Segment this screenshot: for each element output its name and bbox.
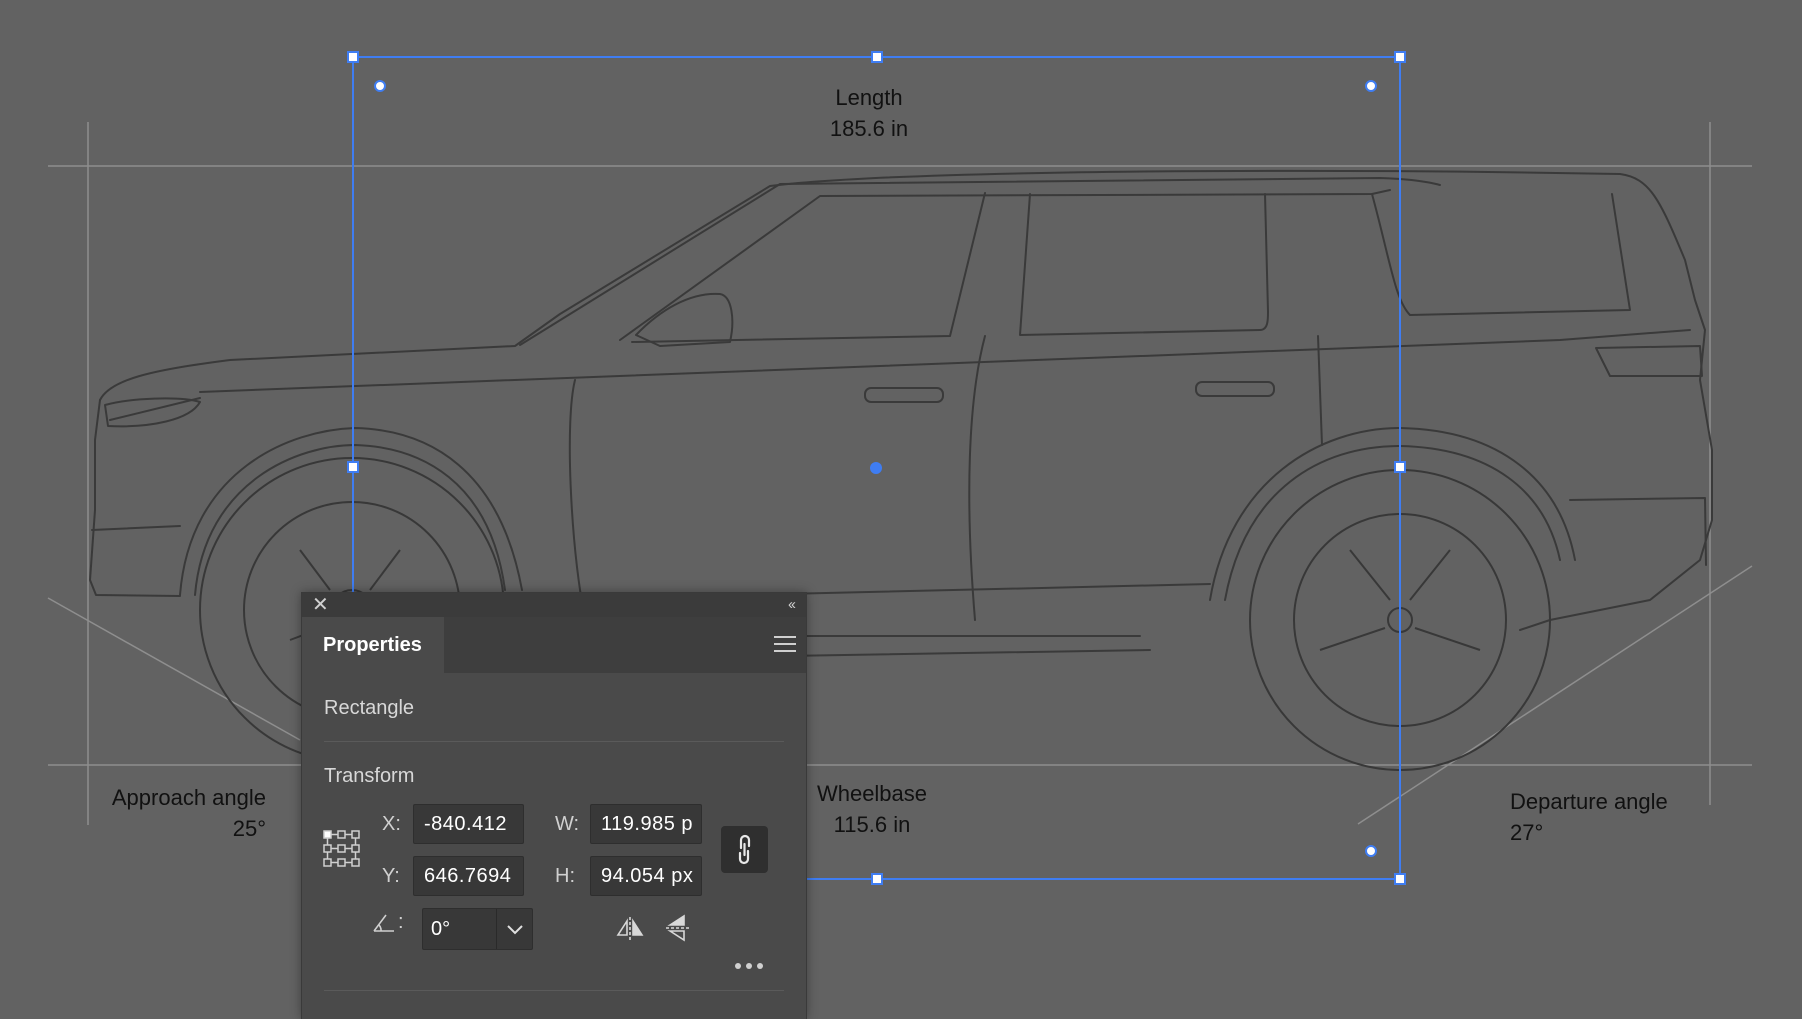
transform-section-title: Transform [324,765,415,787]
more-options-icon[interactable] [734,961,764,971]
x-field[interactable]: -840.412 [413,804,524,844]
constrain-proportions-button[interactable] [721,826,768,873]
departure-angle-dimension: Departure angle 27° [1510,786,1690,848]
length-dimension: Length 185.6 in [819,82,919,144]
rotation-angle-field[interactable]: 0° [422,908,533,950]
corner-radius-widget-bottom-right [1365,845,1377,857]
corner-radius-widget-top-left [374,80,386,92]
rotation-angle-dropdown[interactable] [497,909,533,949]
handle-top-right [1394,51,1406,63]
divider [324,741,784,742]
flip-horizontal-icon[interactable] [615,915,645,943]
divider [324,990,784,991]
angle-label: : [398,911,404,933]
collapse-icon[interactable]: ‹‹ [788,595,796,615]
x-label: X: [382,813,401,835]
h-label: H: [555,865,575,887]
rotation-angle-value[interactable]: 0° [431,909,450,949]
handle-top-center [871,51,883,63]
chevron-down-icon [507,925,523,935]
wheelbase-value: 115.6 in [833,812,911,837]
artboard-canvas[interactable] [0,0,1802,1018]
approach-angle-label: Approach angle [111,785,266,810]
departure-angle-label: Departure angle [1510,789,1668,814]
tab-properties[interactable]: Properties [302,617,444,673]
length-label: Length [835,85,903,110]
approach-angle-value: 25° [232,816,266,841]
corner-radius-widget-top-right [1365,80,1377,92]
flip-vertical-icon[interactable] [664,913,692,943]
wheelbase-dimension: Wheelbase 115.6 in [808,778,936,840]
approach-angle-dimension: Approach angle 25° [96,782,266,844]
object-type-label: Rectangle [324,697,415,719]
handle-bottom-center [871,873,883,885]
properties-panel: ✕ ‹‹ Properties Rectangle Transform X: -… [301,592,807,1019]
reference-point-grid-icon[interactable] [322,829,362,869]
y-label: Y: [382,865,400,887]
panel-tab-row: Properties [302,617,806,673]
hamburger-menu-icon[interactable] [774,636,796,652]
angle-icon [373,914,394,932]
close-icon[interactable]: ✕ [312,594,329,616]
handle-middle-left [347,461,359,473]
panel-title-bar[interactable]: ✕ ‹‹ [302,593,806,617]
w-field[interactable]: 119.985 p [590,804,702,844]
h-field[interactable]: 94.054 px [590,856,702,896]
handle-top-left [347,51,359,63]
link-chain-icon [738,834,751,865]
length-value: 185.6 in [829,116,909,141]
vehicle-side-profile [89,169,1713,661]
center-point-handle[interactable] [870,462,882,474]
handle-bottom-right [1394,873,1406,885]
y-field[interactable]: 646.7694 [413,856,524,896]
w-label: W: [555,813,580,835]
handle-middle-right [1394,461,1406,473]
departure-angle-value: 27° [1510,820,1544,845]
wheelbase-label: Wheelbase [816,781,928,806]
